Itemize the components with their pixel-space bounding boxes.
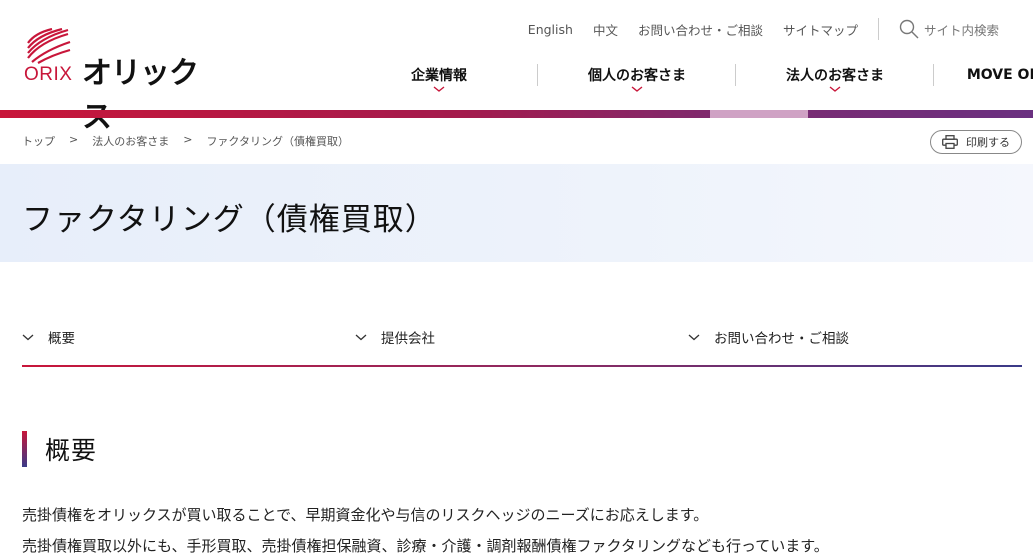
anchor-link-label: お問い合わせ・ご相談 bbox=[714, 331, 849, 347]
anchor-link-label: 提供会社 bbox=[381, 331, 435, 347]
section-heading-text: 概要 bbox=[45, 436, 98, 465]
util-link-chinese[interactable]: 中文 bbox=[593, 20, 618, 39]
chevron-down-icon bbox=[688, 334, 700, 340]
printer-icon bbox=[942, 135, 958, 149]
breadcrumb: トップ > 法人のお客さま > ファクタリング（債権買取） bbox=[22, 133, 363, 149]
site-header: ORIX オリックス English 中文 お問い合わせ・ご相談 サイトマップ … bbox=[0, 0, 1033, 135]
print-button[interactable]: 印刷する bbox=[930, 130, 1022, 154]
nav-item-corporate[interactable]: 法人のお客さま bbox=[736, 60, 934, 92]
paragraph: 売掛債権買取以外にも、手形買取、売掛債権担保融資、診療・介護・調剤報酬債権ファク… bbox=[22, 537, 829, 555]
orix-logo-mark-icon bbox=[27, 28, 71, 64]
section-body: 売掛債権をオリックスが買い取ることで、早期資金化や与信のリスクヘッジのニーズにお… bbox=[22, 500, 829, 556]
chevron-down-icon bbox=[355, 334, 367, 340]
breadcrumb-separator: > bbox=[69, 133, 79, 146]
nav-item-label: 企業情報 bbox=[411, 68, 467, 84]
breadcrumb-link-top[interactable]: トップ bbox=[22, 133, 55, 149]
anchor-nav-underline bbox=[22, 365, 1022, 367]
page-title-band: ファクタリング（債権買取） bbox=[0, 164, 1033, 262]
chevron-down-icon bbox=[631, 86, 643, 92]
page-title: ファクタリング（債権買取） bbox=[22, 202, 437, 238]
section-heading-overview: 概要 bbox=[22, 431, 97, 467]
active-nav-indicator bbox=[710, 110, 808, 118]
nav-item-label: 個人のお客さま bbox=[588, 68, 686, 84]
main-nav: 企業情報 個人のお客さま 法人のお客さま MOVE ON bbox=[340, 60, 1033, 92]
chevron-down-icon bbox=[829, 86, 841, 92]
site-search-button[interactable]: サイト内検索 bbox=[899, 19, 999, 39]
anchor-link-label: 概要 bbox=[48, 331, 75, 347]
anchor-link-overview[interactable]: 概要 bbox=[22, 322, 355, 352]
nav-item-move-on[interactable]: MOVE ON bbox=[934, 60, 1033, 90]
breadcrumb-separator: > bbox=[183, 133, 193, 146]
utility-nav: English 中文 お問い合わせ・ご相談 サイトマップ サイト内検索 bbox=[508, 18, 999, 40]
chevron-down-icon bbox=[433, 86, 445, 92]
search-label: サイト内検索 bbox=[923, 22, 999, 38]
breadcrumb-link-corporate[interactable]: 法人のお客さま bbox=[92, 133, 169, 149]
logo-japanese-text: オリックス bbox=[82, 56, 199, 135]
anchor-link-provider[interactable]: 提供会社 bbox=[355, 322, 688, 352]
orix-logo[interactable]: ORIX オリックス bbox=[24, 28, 214, 135]
util-link-english[interactable]: English bbox=[528, 22, 573, 37]
util-link-contact[interactable]: お問い合わせ・ご相談 bbox=[638, 20, 763, 39]
anchor-link-contact[interactable]: お問い合わせ・ご相談 bbox=[688, 322, 1021, 352]
logo-orix-text: ORIX bbox=[24, 64, 73, 85]
nav-item-label: MOVE ON bbox=[966, 67, 1033, 83]
header-color-bar bbox=[0, 110, 1033, 118]
nav-item-corporate-info[interactable]: 企業情報 bbox=[340, 60, 538, 92]
anchor-nav: 概要 提供会社 お問い合わせ・ご相談 bbox=[22, 322, 1022, 366]
nav-item-individual[interactable]: 個人のお客さま bbox=[538, 60, 736, 92]
nav-item-label: 法人のお客さま bbox=[786, 68, 884, 84]
util-link-sitemap[interactable]: サイトマップ bbox=[783, 20, 858, 39]
chevron-down-icon bbox=[22, 334, 34, 340]
breadcrumb-current: ファクタリング（債権買取） bbox=[206, 135, 349, 148]
print-button-label: 印刷する bbox=[966, 136, 1010, 149]
util-divider bbox=[877, 18, 879, 40]
search-icon bbox=[899, 19, 919, 39]
paragraph: 売掛債権をオリックスが買い取ることで、早期資金化や与信のリスクヘッジのニーズにお… bbox=[22, 506, 709, 524]
section-heading-bar bbox=[22, 431, 27, 467]
